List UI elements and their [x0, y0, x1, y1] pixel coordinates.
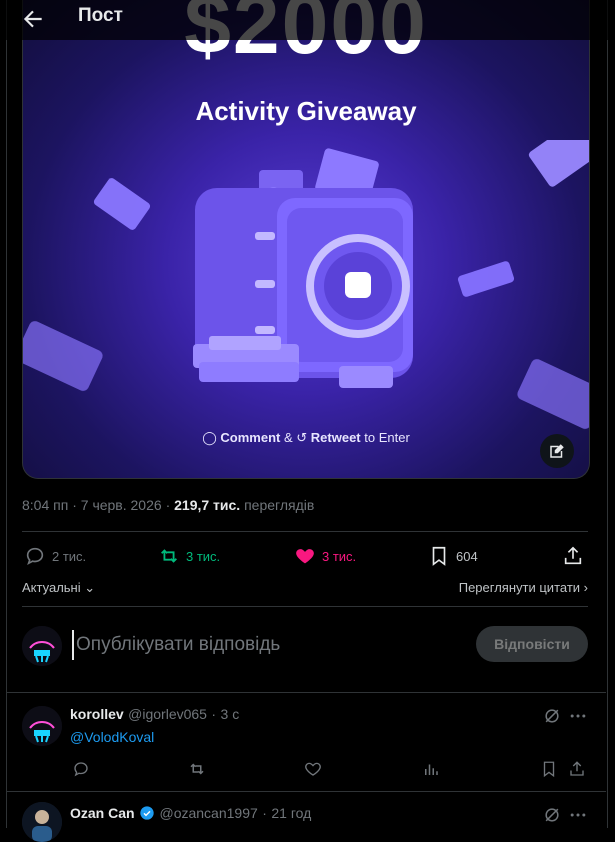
avatar[interactable] — [22, 626, 62, 666]
grok-icon[interactable] — [542, 805, 564, 827]
share-button[interactable] — [562, 540, 584, 572]
reply-stat[interactable]: 2 тис. — [24, 540, 86, 572]
page-title: Пост — [78, 5, 123, 26]
separator-dot: · — [262, 805, 267, 821]
engagement-bar: 2 тис. 3 тис. 3 тис. 604 — [22, 540, 588, 572]
grok-icon[interactable] — [542, 706, 564, 728]
more-icon[interactable] — [568, 706, 590, 728]
avatar-image — [22, 706, 62, 746]
post-date[interactable]: 7 черв. 2026 — [81, 497, 162, 513]
heart-filled-icon — [296, 549, 314, 564]
avatar-image — [22, 626, 62, 666]
bookmark-icon — [432, 546, 446, 566]
reply-icon[interactable] — [72, 760, 92, 780]
bookmark-icon[interactable] — [540, 760, 560, 780]
reply-author-handle[interactable]: @ozancan1997 — [159, 805, 257, 821]
avatar[interactable] — [22, 706, 62, 746]
view-quotes-link[interactable]: Переглянути цитати › — [459, 580, 588, 595]
view-count: 219,7 тис. — [174, 497, 241, 513]
vault-illustration — [23, 140, 589, 429]
share-icon — [564, 546, 582, 565]
more-icon[interactable] — [568, 805, 590, 827]
reply-item[interactable]: korollev @igorlev065 · 3 с @VolodKoval — [22, 704, 588, 786]
heart-icon[interactable] — [304, 760, 324, 780]
reply-time[interactable]: 21 год — [271, 805, 311, 821]
repost-icon[interactable] — [188, 760, 208, 780]
reply-author-name[interactable]: Ozan Can — [70, 805, 135, 821]
reply-icon — [26, 547, 44, 566]
reply-input[interactable] — [72, 630, 438, 660]
divider — [22, 531, 588, 532]
avatar[interactable] — [22, 802, 62, 842]
post-meta: 8:04 пп · 7 черв. 2026 · 219,7 тис. пере… — [22, 497, 315, 513]
image-edit-icon[interactable] — [540, 434, 574, 468]
retweet-small-icon: ↺ — [296, 430, 311, 445]
reply-time[interactable]: 3 с — [221, 706, 240, 722]
reply-actions — [70, 760, 588, 782]
avatar-image — [22, 802, 62, 842]
giveaway-instructions: ◯ Comment & ↺ Retweet to Enter — [23, 430, 589, 446]
sort-relevant-dropdown[interactable]: Актуальні ⌄ — [22, 580, 95, 596]
reply-author-name[interactable]: korollev — [70, 706, 124, 722]
divider — [6, 791, 606, 792]
reply-header: Ozan Can @ozancan1997 · 21 год — [70, 805, 311, 826]
views-label: переглядів — [244, 497, 315, 513]
sort-left-label: Актуальні — [22, 580, 81, 595]
reply-author-handle[interactable]: @igorlev065 — [128, 706, 207, 722]
analytics-icon[interactable] — [422, 760, 442, 780]
bookmark-count: 604 — [456, 548, 478, 564]
back-arrow-icon[interactable] — [20, 6, 46, 32]
bookmark-stat[interactable]: 604 — [428, 540, 478, 572]
verified-badge-icon — [139, 805, 155, 826]
comment-small-icon: ◯ — [202, 430, 217, 445]
repost-count: 3 тис. — [186, 548, 221, 564]
giveaway-subtitle: Activity Giveaway — [195, 96, 417, 126]
cta-comment: Comment — [220, 430, 281, 445]
cta-and: & — [280, 430, 297, 445]
view-quotes-label: Переглянути цитати — [458, 580, 581, 595]
repost-stat[interactable]: 3 тис. — [158, 540, 220, 572]
chevron-right-icon: › — [580, 580, 588, 595]
reply-mention[interactable]: @VolodKoval — [70, 729, 154, 745]
repost-icon — [161, 549, 177, 563]
cta-retweet: Retweet — [310, 430, 361, 445]
divider — [6, 692, 606, 693]
reply-header: korollev @igorlev065 · 3 с — [70, 706, 239, 724]
reply-count: 2 тис. — [52, 548, 87, 564]
share-icon[interactable] — [568, 760, 588, 780]
reply-item[interactable]: Ozan Can @ozancan1997 · 21 год — [22, 802, 590, 842]
reply-composer: Відповісти — [22, 620, 588, 676]
chevron-down-icon: ⌄ — [80, 580, 96, 595]
post-time[interactable]: 8:04 пп — [22, 497, 68, 513]
divider — [22, 606, 588, 607]
cta-end: to Enter — [360, 430, 410, 445]
like-count: 3 тис. — [322, 548, 357, 564]
reply-button[interactable]: Відповісти — [476, 626, 588, 662]
post-image[interactable]: $2000 Activity Giveaway — [22, 0, 590, 479]
replies-sort-bar: Актуальні ⌄ Переглянути цитати › — [22, 578, 588, 598]
separator-dot: · — [211, 706, 217, 722]
top-bar: Пост — [0, 0, 615, 40]
like-stat[interactable]: 3 тис. — [294, 540, 356, 572]
